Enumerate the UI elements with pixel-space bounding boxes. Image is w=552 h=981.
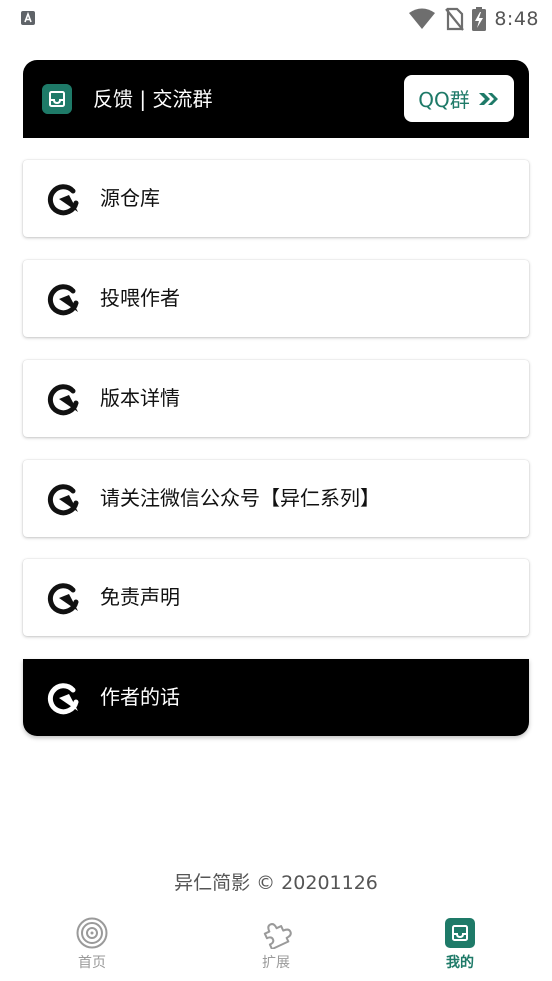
inbox-icon — [445, 918, 475, 948]
menu-item-version-details[interactable]: 版本详情 — [23, 360, 529, 437]
double-arrow-icon — [478, 92, 498, 105]
header-title: 反馈 | 交流群 — [93, 87, 213, 111]
redo-arrow-icon — [47, 583, 79, 615]
bottom-nav: 首页 扩展 我的 — [0, 905, 552, 981]
redo-arrow-icon — [47, 384, 79, 416]
a-square-icon — [21, 11, 35, 25]
qq-group-label: QQ群 — [418, 88, 470, 112]
nav-item-mine[interactable]: 我的 — [400, 915, 520, 977]
status-bar: 8:48 — [0, 0, 552, 38]
nav-label: 扩展 — [262, 955, 290, 971]
menu-item-label: 版本详情 — [100, 386, 180, 410]
status-time: 8:48 — [494, 8, 539, 30]
redo-arrow-icon — [47, 683, 79, 715]
puzzle-icon — [263, 923, 292, 949]
redo-arrow-icon — [47, 284, 79, 316]
wifi-icon — [409, 8, 436, 29]
menu-item-label: 源仓库 — [100, 186, 160, 210]
feedback-header: 反馈 | 交流群 QQ群 — [23, 60, 529, 138]
menu-item-label: 作者的话 — [100, 685, 180, 709]
copyright-text: 异仁简影 © 20201126 — [174, 872, 378, 894]
menu-item-label: 请关注微信公众号【异仁系列】 — [100, 486, 380, 510]
nav-item-home[interactable]: 首页 — [32, 915, 152, 977]
nav-item-extensions[interactable]: 扩展 — [216, 915, 336, 977]
nav-label: 首页 — [78, 955, 106, 971]
menu-item-label: 投喂作者 — [100, 286, 180, 310]
menu-item-disclaimer[interactable]: 免责声明 — [23, 559, 529, 636]
menu-item-label: 免责声明 — [100, 585, 180, 609]
nav-label: 我的 — [446, 955, 474, 971]
qq-group-button[interactable]: QQ群 — [404, 75, 514, 122]
battery-charging-icon — [472, 7, 487, 31]
no-sim-icon — [445, 7, 465, 31]
redo-arrow-icon — [47, 184, 79, 216]
menu-item-author-notes[interactable]: 作者的话 — [23, 659, 529, 736]
menu-item-donate-author[interactable]: 投喂作者 — [23, 260, 529, 337]
menu-item-wechat-follow[interactable]: 请关注微信公众号【异仁系列】 — [23, 460, 529, 537]
menu-item-source-repo[interactable]: 源仓库 — [23, 160, 529, 237]
record-icon — [76, 917, 108, 949]
inbox-icon — [42, 84, 72, 114]
redo-arrow-icon — [47, 484, 79, 516]
